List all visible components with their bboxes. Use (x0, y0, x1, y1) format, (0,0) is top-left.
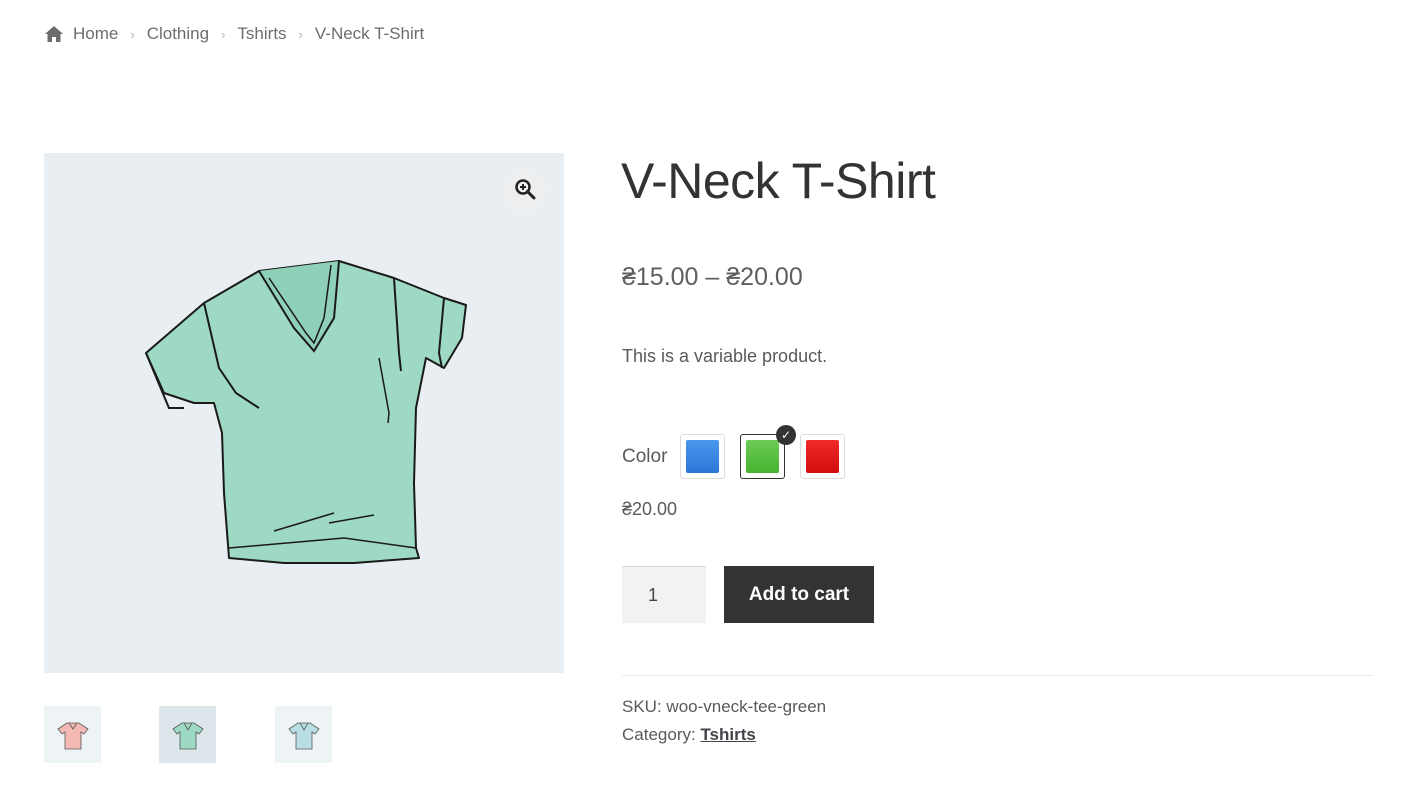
green-tshirt-icon (171, 722, 204, 749)
category-line: Category: Tshirts (622, 725, 756, 745)
breadcrumb-current: V-Neck T-Shirt (314, 24, 425, 43)
thumbnail-green-tshirt[interactable] (159, 706, 216, 763)
color-label: Color (622, 446, 668, 467)
tshirt-illustration (145, 260, 467, 564)
pink-tshirt-icon (56, 722, 89, 749)
category-link[interactable]: Tshirts (700, 725, 755, 744)
sku-label: SKU: (622, 697, 662, 716)
quantity-input[interactable] (622, 566, 706, 623)
sku-value: woo-vneck-tee-green (666, 697, 827, 716)
thumbnail-pink-tshirt[interactable] (44, 706, 101, 763)
category-label: Category: (622, 725, 696, 744)
swatch-blue-fill (686, 440, 719, 473)
home-icon[interactable] (44, 25, 64, 43)
zoom-button[interactable] (502, 168, 548, 214)
price-range: ₴15.00 – ₴20.00 (622, 263, 803, 291)
chevron-right-icon: › (130, 26, 135, 42)
swatch-green-fill (746, 440, 779, 473)
product-title: V-Neck T-Shirt (621, 153, 936, 209)
breadcrumb-home-link[interactable]: Home (73, 24, 118, 44)
zoom-in-icon (514, 178, 536, 205)
short-description: This is a variable product. (622, 346, 828, 366)
checkmark-icon: ✓ (776, 425, 796, 445)
product-page: Home › Clothing › Tshirts › V-Neck T-Shi… (0, 0, 1415, 795)
swatch-blue[interactable] (680, 434, 725, 479)
divider (622, 675, 1373, 676)
variation-price: ₴20.00 (622, 499, 678, 519)
light-blue-tshirt-icon (287, 722, 320, 749)
main-product-image[interactable] (44, 153, 564, 673)
breadcrumb-tshirts-link[interactable]: Tshirts (237, 24, 286, 44)
thumbnail-light-blue-tshirt[interactable] (275, 706, 332, 763)
sku-line: SKU: woo-vneck-tee-green (622, 697, 826, 717)
breadcrumb-clothing-link[interactable]: Clothing (147, 24, 209, 44)
breadcrumb: Home › Clothing › Tshirts › V-Neck T-Shi… (44, 24, 424, 44)
chevron-right-icon: › (221, 26, 226, 42)
add-to-cart-button[interactable]: Add to cart (724, 566, 874, 623)
swatch-red-fill (806, 440, 839, 473)
swatch-red[interactable] (800, 434, 845, 479)
chevron-right-icon: › (298, 26, 303, 42)
